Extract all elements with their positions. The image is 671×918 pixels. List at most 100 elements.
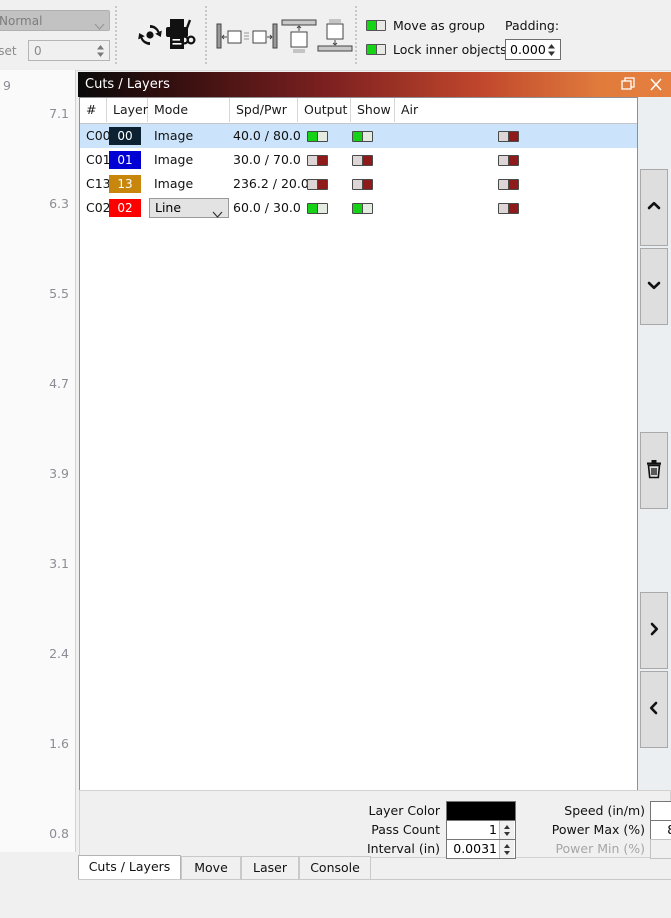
chevron-left-icon [648,700,660,719]
row-output-toggle[interactable] [307,155,328,166]
chevron-up-icon [646,200,662,215]
row-spd-pwr[interactable]: 40.0 / 80.0 [233,124,301,148]
interval-label: Interval (in) [367,841,440,856]
ruler-tick-top-partial: 9 [3,78,11,93]
chevron-down-icon [646,279,662,294]
pass-count-value: 1 [489,822,497,837]
move-layer-up-button[interactable] [640,169,668,246]
layer-color-swatch[interactable]: 02 [109,199,141,217]
table-row[interactable]: C13 13 Image 236.2 / 20.0 [80,172,637,196]
ruler-bottom-cap [0,852,75,880]
move-layer-down-button[interactable] [640,248,668,325]
power-max-label: Power Max (%) [551,822,645,837]
padding-spinner-arrows[interactable] [544,41,558,59]
mode-combo[interactable]: Normal [0,10,110,31]
row-mode-dropdown[interactable]: Line [149,198,229,218]
row-output-toggle[interactable] [307,131,328,142]
trash-icon [645,459,663,482]
rotate-icon[interactable] [133,20,167,53]
interval-value: 0.0031 [453,841,497,856]
offset-spinner-arrows[interactable] [93,42,107,60]
row-mode[interactable]: Image [154,124,193,148]
offset-label: ffset [0,44,17,58]
expand-right-button[interactable] [640,592,668,669]
toolbar-separator-2 [205,6,207,64]
toolbar-separator-1 [115,6,117,64]
column-header-output[interactable]: Output [298,98,351,122]
row-spd-pwr[interactable]: 236.2 / 20.0 [233,172,309,196]
layers-button-rail [638,97,671,802]
padding-label: Padding: [505,18,560,33]
align-horizontal-spacing-icon[interactable] [216,22,278,55]
ruler-tick-3: 4.7 [49,376,69,391]
tab-cuts-layers[interactable]: Cuts / Layers [78,855,181,879]
row-output-toggle[interactable] [307,179,328,190]
lock-inner-objects-toggle[interactable] [366,44,386,55]
ruler-tick-7: 1.6 [49,736,69,751]
top-toolbar: Normal ffset 0 [0,0,671,71]
padding-input[interactable]: 0.000 [505,39,561,60]
speed-input[interactable]: 40.0 [650,801,671,821]
column-header-show[interactable]: Show [351,98,395,122]
bottom-filler [0,880,671,918]
table-row[interactable]: C00 00 Image 40.0 / 80.0 [80,124,637,148]
tab-laser[interactable]: Laser [241,856,299,879]
layer-color-swatch[interactable]: 13 [109,175,141,193]
toolbar-separator-3 [355,6,357,64]
restore-window-icon[interactable] [615,72,641,97]
row-mode[interactable]: Image [154,148,193,172]
tab-move[interactable]: Move [181,856,241,879]
ruler-tick-5: 3.1 [49,556,69,571]
row-num: C01 [86,152,111,167]
chevron-right-icon [648,621,660,640]
move-as-group-label: Move as group [393,18,485,33]
layers-list[interactable]: # Layer Mode Spd/Pwr Output Show Air C00… [79,97,638,802]
row-air-toggle[interactable] [498,179,519,190]
column-header-air[interactable]: Air [395,98,637,122]
column-header-num[interactable]: # [80,98,107,122]
column-header-mode[interactable]: Mode [148,98,230,122]
table-row[interactable]: C01 01 Image 30.0 / 70.0 [80,148,637,172]
row-air-toggle[interactable] [498,155,519,166]
layer-color-swatch[interactable]: 01 [109,151,141,169]
row-air-toggle[interactable] [498,131,519,142]
power-max-value: 80.00 [667,822,671,837]
align-vertical-top-icon[interactable] [279,18,319,57]
row-show-toggle[interactable] [352,203,373,214]
vertical-ruler: 9 7.1 6.3 5.5 4.7 3.9 3.1 2.4 1.6 0.8 9 [0,70,76,871]
row-num: C02 [86,200,111,215]
row-mode[interactable]: Image [154,172,193,196]
row-show-toggle[interactable] [352,155,373,166]
row-show-toggle[interactable] [352,179,373,190]
chevron-down-icon [94,17,105,30]
power-max-input[interactable]: 80.00 [650,820,671,840]
column-header-spdpwr[interactable]: Spd/Pwr [230,98,298,122]
ruler-tick-0: 7.1 [49,106,69,121]
row-output-toggle[interactable] [307,203,328,214]
offset-input[interactable]: 0 [28,40,110,61]
print-and-cut-icon[interactable] [164,16,198,55]
layers-rows: C00 00 Image 40.0 / 80.0 C01 01 Image 30… [80,124,637,220]
row-mode-value: Line [155,200,182,215]
layer-properties-panel: Layer Color Pass Count Interval (in) 1 0… [79,790,671,859]
row-spd-pwr[interactable]: 60.0 / 30.0 [233,196,301,220]
bottom-tabbar: Cuts / Layers Move Laser Console [78,855,671,880]
row-air-toggle[interactable] [498,203,519,214]
move-as-group-toggle[interactable] [366,20,386,31]
align-vertical-bottom-icon[interactable] [315,18,355,57]
layer-color-swatch[interactable]: 00 [109,127,141,145]
close-icon[interactable] [643,72,669,97]
padding-value: 0.000 [510,42,546,57]
column-header-layer[interactable]: Layer [107,98,148,122]
layers-table-header: # Layer Mode Spd/Pwr Output Show Air [80,98,637,124]
offset-value: 0 [34,44,42,58]
row-spd-pwr[interactable]: 30.0 / 70.0 [233,148,301,172]
row-num: C00 [86,128,111,143]
ruler-tick-8: 0.8 [49,826,69,841]
tab-console[interactable]: Console [299,856,371,879]
ruler-tick-4: 3.9 [49,466,69,481]
row-show-toggle[interactable] [352,131,373,142]
collapse-left-button[interactable] [640,671,668,748]
delete-layer-button[interactable] [640,432,668,509]
table-row[interactable]: C02 02 Line 60.0 / 30.0 [80,196,637,220]
